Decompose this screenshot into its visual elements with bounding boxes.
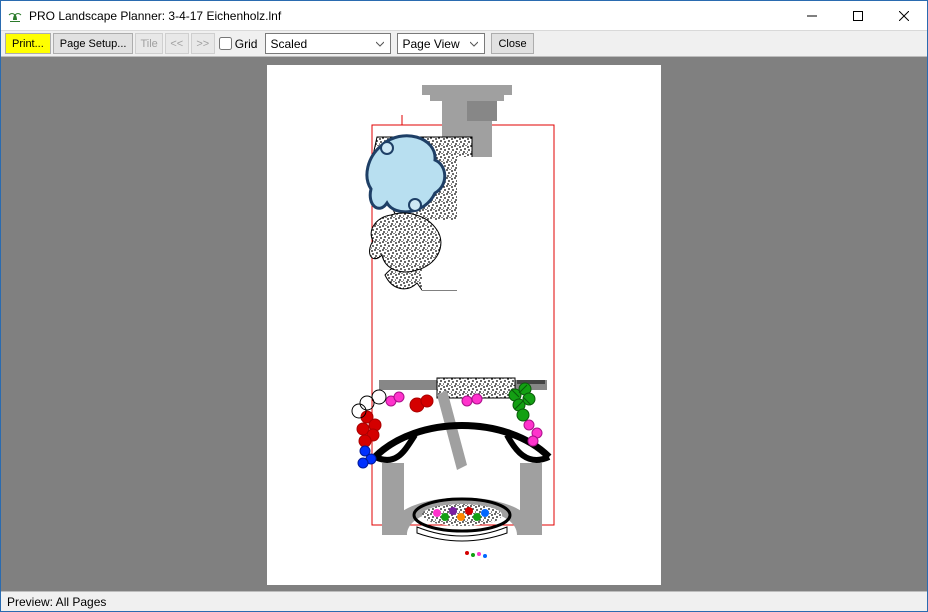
window-controls xyxy=(789,1,927,30)
next-page-button: >> xyxy=(191,33,215,54)
maximize-button[interactable] xyxy=(835,1,881,30)
page-view-dropdown-value: Page View xyxy=(402,37,459,51)
scale-dropdown[interactable]: Scaled xyxy=(265,33,391,54)
minimize-button[interactable] xyxy=(789,1,835,30)
grid-checkbox[interactable]: Grid xyxy=(219,37,258,51)
plant-cluster-left xyxy=(357,411,381,447)
grid-checkbox-input[interactable] xyxy=(219,37,232,50)
preview-page xyxy=(267,65,661,585)
title-bar: PRO Landscape Planner: 3-4-17 Eichenholz… xyxy=(1,1,927,31)
page-setup-button[interactable]: Page Setup... xyxy=(53,33,134,54)
window-title: PRO Landscape Planner: 3-4-17 Eichenholz… xyxy=(29,9,281,23)
page-view-dropdown[interactable]: Page View xyxy=(397,33,485,54)
status-text: Preview: All Pages xyxy=(7,595,106,609)
grid-checkbox-label: Grid xyxy=(235,37,258,51)
prev-page-button: << xyxy=(165,33,189,54)
status-bar: Preview: All Pages xyxy=(1,591,927,611)
app-icon xyxy=(7,8,23,24)
chevron-down-icon xyxy=(466,34,482,53)
close-window-button[interactable] xyxy=(881,1,927,30)
tile-button: Tile xyxy=(135,33,162,54)
toolbar: Print... Page Setup... Tile << >> Grid S… xyxy=(1,31,927,57)
print-button[interactable]: Print... xyxy=(5,33,51,54)
close-button[interactable]: Close xyxy=(491,33,533,54)
chevron-down-icon xyxy=(372,34,388,53)
scale-dropdown-value: Scaled xyxy=(270,37,307,51)
preview-workspace[interactable] xyxy=(1,57,927,591)
